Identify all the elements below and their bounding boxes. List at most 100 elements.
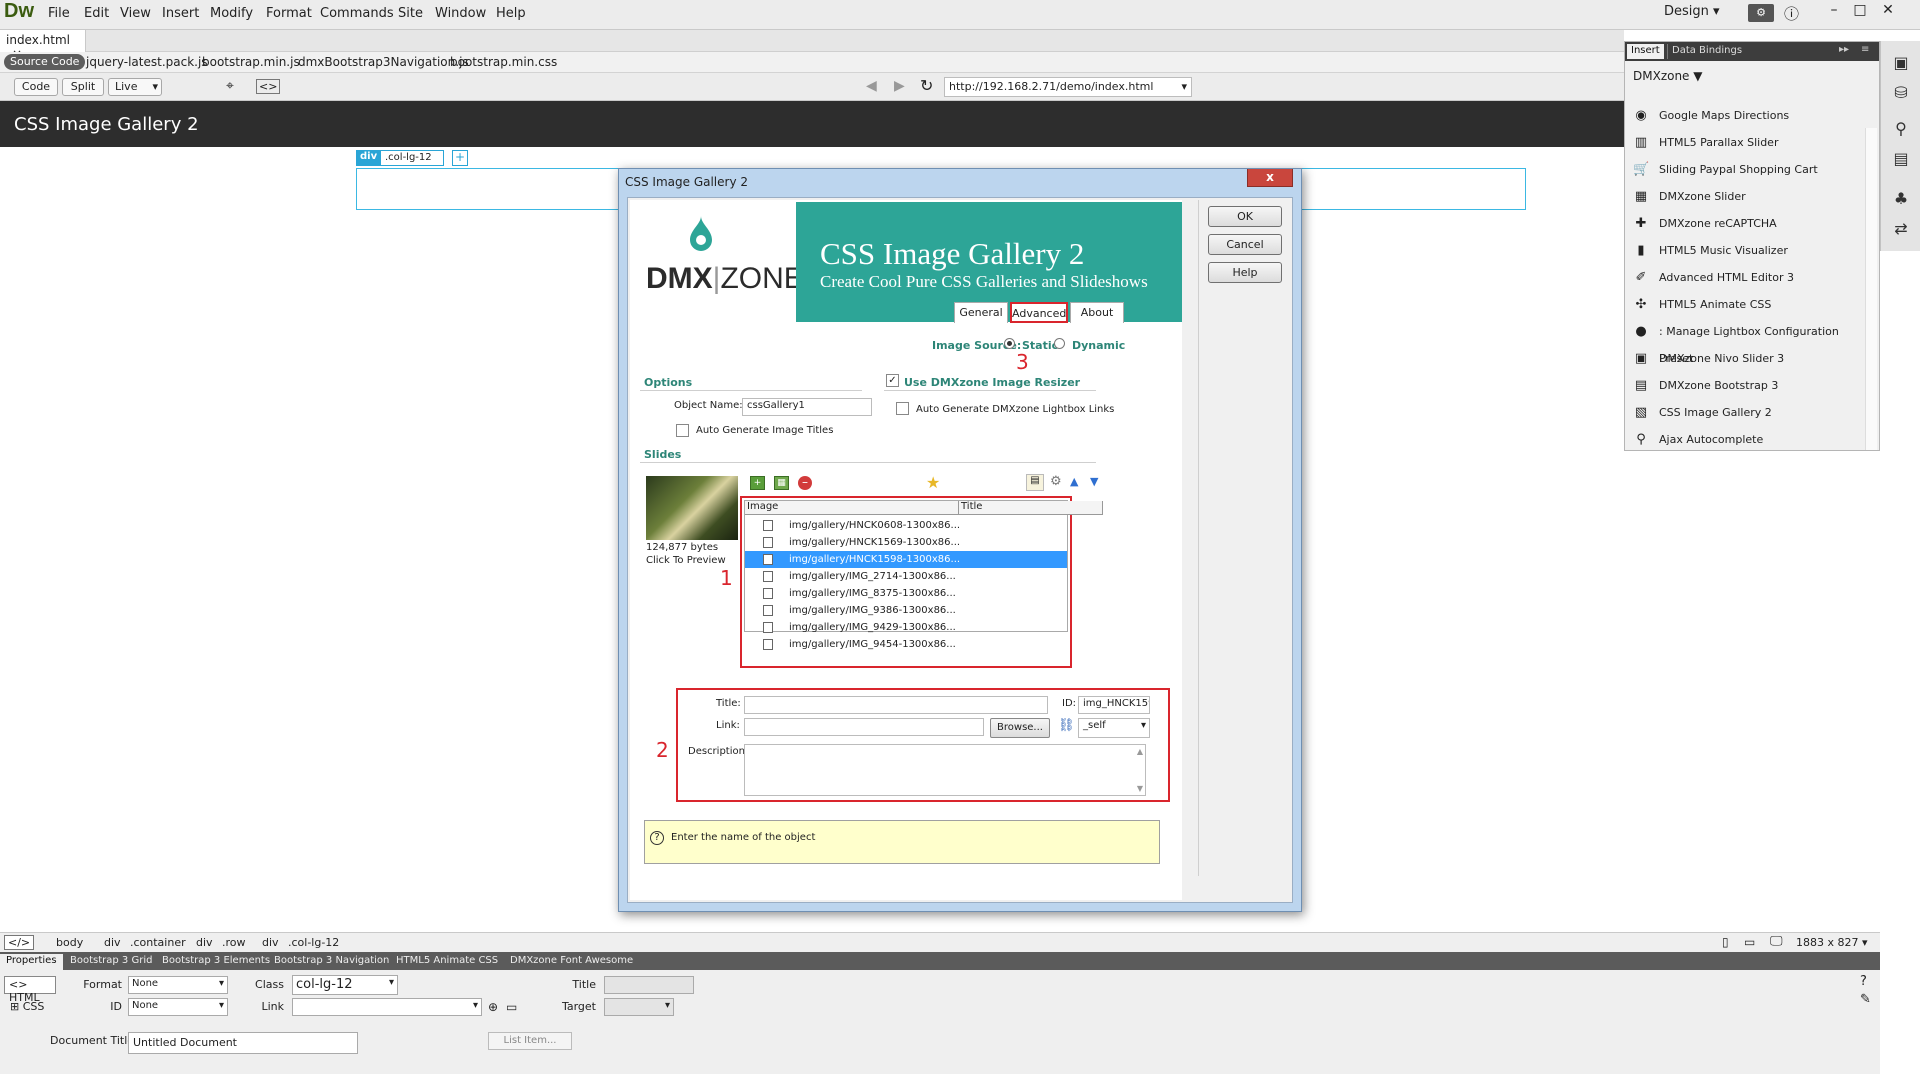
dynamic-radio[interactable] xyxy=(1054,338,1065,349)
forward-arrow-icon[interactable]: ▶ xyxy=(894,78,905,94)
add-folder-icon[interactable]: ▦ xyxy=(774,476,789,490)
insert-item[interactable]: ●: Manage Lightbox Configuration Preset xyxy=(1629,318,1867,365)
panel-menu-icon[interactable]: ≡ xyxy=(1861,44,1869,55)
insert-item[interactable]: ▦ DMXzone Slider xyxy=(1629,183,1867,210)
folder-icon[interactable]: ▭ xyxy=(506,1000,517,1014)
cancel-button[interactable]: Cancel xyxy=(1208,234,1282,255)
close-icon[interactable]: ✕ xyxy=(1874,0,1902,22)
tab-properties[interactable]: Properties xyxy=(0,954,63,970)
slide-title-input[interactable] xyxy=(744,696,1048,714)
slide-row[interactable]: img/gallery/HNCK1598-1300x86... xyxy=(745,551,1067,568)
column-header-title[interactable]: Title xyxy=(959,501,1103,515)
tablet-size-icon[interactable]: ▭ xyxy=(1744,935,1755,949)
code-icon[interactable]: </> xyxy=(4,935,35,950)
insert-item[interactable]: ▧ CSS Image Gallery 2 xyxy=(1629,399,1867,426)
insert-item[interactable]: ⚲ Ajax Autocomplete xyxy=(1629,426,1867,453)
files-icon[interactable]: ▣ xyxy=(1891,53,1911,73)
live-view-button[interactable]: Live ▾ xyxy=(108,78,162,96)
use-resizer-checkbox[interactable]: ✓ xyxy=(886,374,899,387)
slides-list[interactable]: Image Title img/gallery/HNCK0608-1300x86… xyxy=(744,500,1103,650)
inspect-icon[interactable]: ⌖ xyxy=(226,78,234,94)
column-header-image[interactable]: Image xyxy=(745,501,959,515)
insert-item[interactable]: ✐ Advanced HTML Editor 3 xyxy=(1629,264,1867,291)
tag-item[interactable]: div xyxy=(196,936,213,949)
document-title-input[interactable]: Untitled Document xyxy=(128,1032,358,1054)
menu-modify[interactable]: Modify xyxy=(210,6,253,21)
assets-icon[interactable]: ⛁ xyxy=(1891,83,1911,103)
code-navigator-icon[interactable]: <> xyxy=(256,79,281,94)
link-input[interactable] xyxy=(292,998,482,1016)
html-mode-button[interactable]: <> HTML xyxy=(4,976,56,1004)
help-button[interactable]: Help xyxy=(1208,262,1282,283)
insert-item[interactable]: ▣ DMXzone Nivo Slider 3 xyxy=(1629,345,1867,372)
move-up-icon[interactable]: ▲ xyxy=(1070,475,1078,488)
help-icon[interactable]: ? xyxy=(1860,974,1867,989)
related-file[interactable]: bootstrap.min.css xyxy=(450,55,557,69)
tab-font-awesome[interactable]: DMXzone Font Awesome xyxy=(504,954,639,970)
tab-data-bindings[interactable]: Data Bindings xyxy=(1667,44,1746,59)
related-file[interactable]: jquery-latest.pack.js xyxy=(86,55,208,69)
maximize-icon[interactable]: □ xyxy=(1846,0,1874,22)
list-item-button[interactable]: List Item... xyxy=(488,1032,572,1050)
id-select[interactable]: None xyxy=(128,998,228,1016)
scroll-up-icon[interactable]: ▲ xyxy=(1137,747,1143,756)
star-icon[interactable]: ★ xyxy=(926,473,940,492)
add-class-icon[interactable]: + xyxy=(452,150,468,166)
slide-id-input[interactable]: img_HNCK159 xyxy=(1078,696,1150,714)
snippets-icon[interactable]: ⚲ xyxy=(1891,119,1911,139)
point-to-file-icon[interactable]: ⊕ xyxy=(488,1000,498,1014)
menu-help[interactable]: Help xyxy=(496,6,526,21)
refresh-icon[interactable]: ↻ xyxy=(920,76,933,95)
workspace-switcher[interactable]: Design ▾ xyxy=(1664,4,1720,19)
tag-item[interactable]: .container xyxy=(130,936,186,949)
insert-item[interactable]: ▥ HTML5 Parallax Slider xyxy=(1629,129,1867,156)
tab-animate-css[interactable]: HTML5 Animate CSS xyxy=(390,954,504,970)
menu-format[interactable]: Format xyxy=(266,6,312,21)
tab-advanced[interactable]: Advanced xyxy=(1010,302,1068,323)
tab-general[interactable]: General xyxy=(954,302,1008,323)
link-icon[interactable]: ⛓ xyxy=(1058,718,1075,733)
code-view-button[interactable]: Code xyxy=(14,78,58,96)
slide-row[interactable]: img/gallery/HNCK0608-1300x86... xyxy=(745,517,1067,534)
slide-row[interactable]: img/gallery/HNCK1569-1300x86... xyxy=(745,534,1067,551)
collapse-icon[interactable]: ▸▸ xyxy=(1839,44,1849,55)
window-size[interactable]: 1883 x 827 ▾ xyxy=(1796,936,1868,949)
related-file[interactable]: dmxBootstrap3Navigation.js xyxy=(298,55,469,69)
behaviors-icon[interactable]: ⇄ xyxy=(1891,219,1911,239)
ok-button[interactable]: OK xyxy=(1208,206,1282,227)
menu-view[interactable]: View xyxy=(120,6,151,21)
tab-bootstrap-navigation[interactable]: Bootstrap 3 Navigation xyxy=(268,954,395,970)
remove-icon[interactable]: – xyxy=(798,476,812,490)
title-input[interactable] xyxy=(604,976,694,994)
settings-icon[interactable]: ⚙ xyxy=(1050,474,1062,489)
static-radio[interactable] xyxy=(1004,338,1015,349)
tab-insert[interactable]: Insert xyxy=(1627,44,1664,59)
menu-site[interactable]: Site xyxy=(398,6,423,21)
menu-file[interactable]: File xyxy=(48,6,70,21)
menu-edit[interactable]: Edit xyxy=(84,6,109,21)
slide-row[interactable]: img/gallery/IMG_9386-1300x86... xyxy=(745,602,1067,619)
help-icon[interactable]: ⓘ xyxy=(1784,3,1799,24)
back-arrow-icon[interactable]: ◀ xyxy=(866,78,877,94)
insert-item[interactable]: 🛒 Sliding Paypal Shopping Cart xyxy=(1629,156,1867,183)
target-select[interactable]: _self xyxy=(1078,718,1150,738)
element-tag-label[interactable]: div xyxy=(356,150,382,166)
desktop-size-icon[interactable]: 🖵 xyxy=(1770,934,1783,949)
dom-icon[interactable]: ♣ xyxy=(1891,189,1911,209)
auto-lightbox-checkbox[interactable] xyxy=(896,402,909,415)
insert-item[interactable]: ▤ DMXzone Bootstrap 3 xyxy=(1629,372,1867,399)
edit-rule-icon[interactable]: ✎ xyxy=(1860,992,1871,1007)
panel-scrollbar[interactable] xyxy=(1865,128,1877,450)
related-file[interactable]: bootstrap.min.js xyxy=(202,55,300,69)
split-view-button[interactable]: Split xyxy=(62,78,104,96)
category-dropdown[interactable]: DMXzone ▼ xyxy=(1633,69,1703,83)
menu-window[interactable]: Window xyxy=(435,6,486,21)
class-select[interactable]: col-lg-12 xyxy=(292,975,398,995)
object-name-input[interactable]: cssGallery1 xyxy=(742,398,872,416)
source-code-button[interactable]: Source Code xyxy=(4,54,86,70)
chevron-down-icon[interactable]: ▾ xyxy=(1181,80,1187,93)
tag-item[interactable]: .row xyxy=(222,936,246,949)
mobile-size-icon[interactable]: ▯ xyxy=(1722,935,1729,949)
menu-commands[interactable]: Commands xyxy=(320,6,394,21)
element-class-label[interactable]: .col-lg-12 xyxy=(380,150,444,166)
